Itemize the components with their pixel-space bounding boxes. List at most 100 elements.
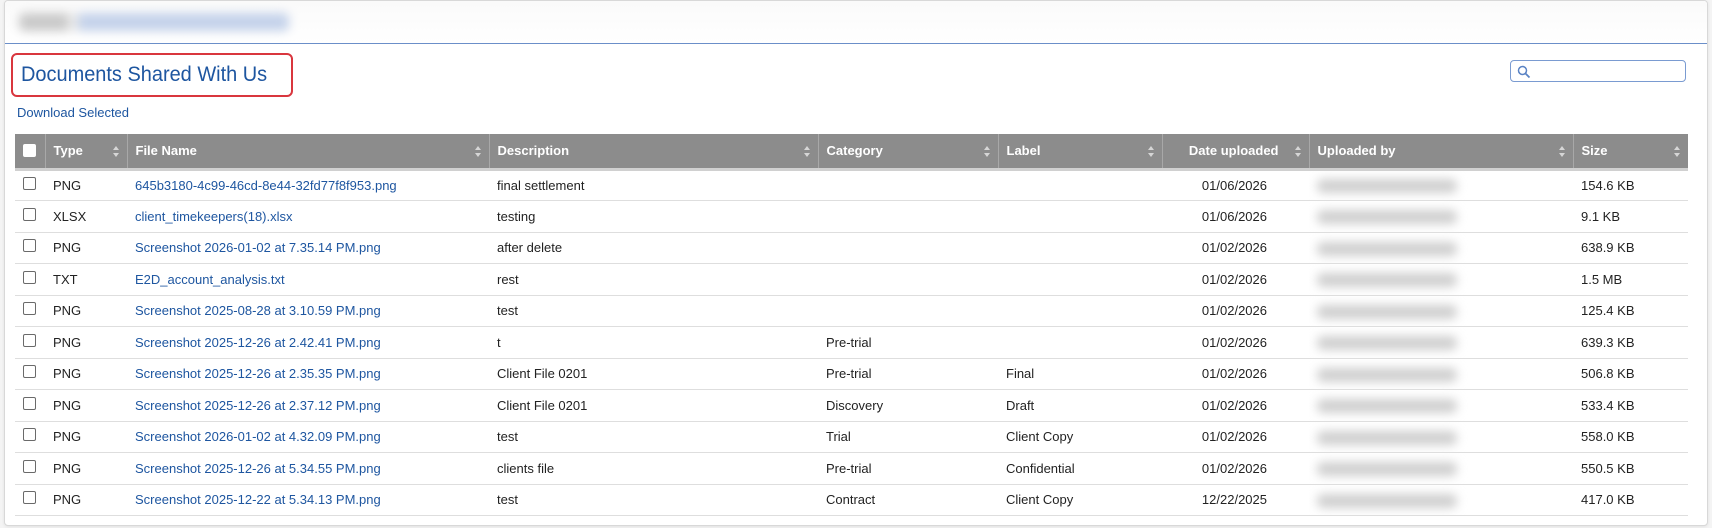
row-checkbox-cell[interactable] bbox=[15, 390, 45, 422]
row-checkbox-cell[interactable] bbox=[15, 295, 45, 327]
file-link[interactable]: E2D_account_analysis.txt bbox=[135, 272, 285, 287]
column-header-date-uploaded[interactable]: Date uploaded bbox=[1162, 134, 1310, 171]
uploaded-by-cell bbox=[1309, 390, 1573, 422]
sort-icon bbox=[1294, 146, 1302, 157]
search-box[interactable] bbox=[1510, 60, 1686, 82]
row-checkbox-cell[interactable] bbox=[15, 358, 45, 390]
column-header-description[interactable]: Description bbox=[489, 134, 819, 171]
row-checkbox[interactable] bbox=[23, 333, 36, 347]
uploaded-by-cell bbox=[1309, 232, 1573, 264]
category-cell: Contract bbox=[826, 492, 876, 508]
row-checkbox-cell[interactable] bbox=[15, 327, 45, 359]
category-cell bbox=[818, 232, 998, 264]
row-checkbox-cell[interactable] bbox=[15, 232, 45, 264]
type-cell: PNG bbox=[53, 429, 82, 445]
uploaded-by-cell bbox=[1309, 327, 1573, 359]
row-checkbox[interactable] bbox=[23, 396, 36, 410]
row-checkbox-cell[interactable] bbox=[15, 421, 45, 453]
row-checkbox-cell[interactable] bbox=[15, 201, 45, 233]
row-checkbox[interactable] bbox=[23, 176, 36, 190]
label-cell: Final bbox=[1006, 366, 1035, 382]
label-cell bbox=[998, 232, 1162, 264]
sort-icon bbox=[983, 146, 991, 157]
redacted-email bbox=[1317, 399, 1457, 414]
category-cell: Discovery bbox=[826, 397, 884, 413]
file-link[interactable]: 645b3180-4c99-46cd-8e44-32fd77f8f953.png bbox=[135, 178, 397, 193]
uploaded-by-cell bbox=[1309, 295, 1573, 327]
breadcrumb bbox=[5, 1, 1707, 44]
select-all-checkbox[interactable] bbox=[23, 144, 36, 158]
label-cell: Client Copy bbox=[1006, 429, 1074, 445]
file-name-cell: client_timekeepers(18).xlsx bbox=[127, 201, 489, 233]
label-cell: Client Copy bbox=[1006, 492, 1074, 508]
file-link[interactable]: Screenshot 2025-12-26 at 2.35.35 PM.png bbox=[135, 366, 381, 381]
file-name-cell: Screenshot 2025-12-26 at 2.35.35 PM.png bbox=[127, 358, 489, 390]
label-cell bbox=[998, 201, 1162, 233]
search-input[interactable] bbox=[1533, 62, 1685, 82]
type-cell: PNG bbox=[53, 366, 82, 382]
size-cell: 125.4 KB bbox=[1581, 303, 1635, 319]
category-cell bbox=[818, 264, 998, 296]
size-cell: 638.9 KB bbox=[1581, 240, 1635, 256]
description-cell: t bbox=[497, 334, 501, 350]
size-cell: 506.8 KB bbox=[1581, 366, 1635, 382]
file-link[interactable]: Screenshot 2025-12-26 at 2.37.12 PM.png bbox=[135, 398, 381, 413]
file-name-cell: Screenshot 2025-12-26 at 2.37.12 PM.png bbox=[127, 390, 489, 422]
description-cell: Client File 0201 bbox=[497, 397, 588, 413]
sort-icon bbox=[112, 146, 120, 157]
label-cell: Draft bbox=[1006, 397, 1035, 413]
row-checkbox-cell[interactable] bbox=[15, 484, 45, 516]
description-cell: test bbox=[497, 429, 518, 445]
redacted-email bbox=[1317, 336, 1457, 351]
uploaded-by-cell bbox=[1309, 453, 1573, 485]
file-link[interactable]: Screenshot 2026-01-02 at 7.35.14 PM.png bbox=[135, 240, 381, 255]
sort-icon bbox=[1147, 146, 1155, 157]
type-cell: PNG bbox=[53, 460, 82, 476]
column-header-label: Date uploaded bbox=[1188, 143, 1279, 159]
redacted-email bbox=[1317, 210, 1457, 225]
table-row: PNG Screenshot 2025-12-26 at 2.42.41 PM.… bbox=[15, 327, 1688, 359]
file-link[interactable]: Screenshot 2025-12-26 at 5.34.55 PM.png bbox=[135, 461, 381, 476]
size-cell: 550.5 KB bbox=[1581, 460, 1635, 476]
column-header-label-col[interactable]: Label bbox=[998, 134, 1163, 171]
file-link[interactable]: Screenshot 2025-12-26 at 2.42.41 PM.png bbox=[135, 335, 381, 350]
label-cell bbox=[998, 264, 1162, 296]
row-checkbox[interactable] bbox=[23, 302, 36, 316]
row-checkbox[interactable] bbox=[23, 207, 36, 221]
column-header-file-name[interactable]: File Name bbox=[127, 134, 490, 171]
row-checkbox[interactable] bbox=[23, 459, 36, 473]
file-link[interactable]: Screenshot 2025-12-22 at 5.34.13 PM.png bbox=[135, 492, 381, 507]
size-cell: 558.0 KB bbox=[1581, 429, 1635, 445]
category-cell bbox=[818, 295, 998, 327]
description-cell: rest bbox=[497, 271, 519, 287]
table-body: PNG 645b3180-4c99-46cd-8e44-32fd77f8f953… bbox=[15, 169, 1688, 516]
row-checkbox-cell[interactable] bbox=[15, 169, 45, 201]
download-selected-link[interactable]: Download Selected bbox=[17, 105, 129, 120]
row-checkbox[interactable] bbox=[23, 270, 36, 284]
select-all-checkbox-cell[interactable] bbox=[15, 134, 46, 171]
row-checkbox-cell[interactable] bbox=[15, 453, 45, 485]
column-header-category[interactable]: Category bbox=[818, 134, 999, 171]
redacted-email bbox=[1317, 179, 1457, 194]
column-header-label: Description bbox=[497, 143, 570, 159]
row-checkbox[interactable] bbox=[23, 239, 36, 253]
row-checkbox-cell[interactable] bbox=[15, 264, 45, 296]
file-name-cell: Screenshot 2025-12-26 at 2.42.41 PM.png bbox=[127, 327, 489, 359]
column-header-size[interactable]: Size bbox=[1573, 134, 1688, 171]
sort-icon bbox=[1558, 146, 1566, 157]
description-cell: Client File 0201 bbox=[497, 366, 588, 382]
column-header-type[interactable]: Type bbox=[45, 134, 128, 171]
column-header-uploaded-by[interactable]: Uploaded by bbox=[1309, 134, 1574, 171]
table-row: TXT E2D_account_analysis.txt rest 01/02/… bbox=[15, 264, 1688, 296]
column-header-label: Type bbox=[53, 143, 83, 159]
uploaded-by-cell bbox=[1309, 264, 1573, 296]
row-checkbox[interactable] bbox=[23, 365, 36, 379]
page-title: Documents Shared With Us bbox=[21, 63, 268, 86]
redacted-email bbox=[1317, 367, 1457, 382]
row-checkbox[interactable] bbox=[23, 491, 36, 505]
file-link[interactable]: Screenshot 2025-08-28 at 3.10.59 PM.png bbox=[135, 303, 381, 318]
file-link[interactable]: Screenshot 2026-01-02 at 4.32.09 PM.png bbox=[135, 429, 381, 444]
row-checkbox[interactable] bbox=[23, 428, 36, 442]
column-header-label: Category bbox=[826, 143, 883, 159]
file-link[interactable]: client_timekeepers(18).xlsx bbox=[135, 209, 293, 224]
